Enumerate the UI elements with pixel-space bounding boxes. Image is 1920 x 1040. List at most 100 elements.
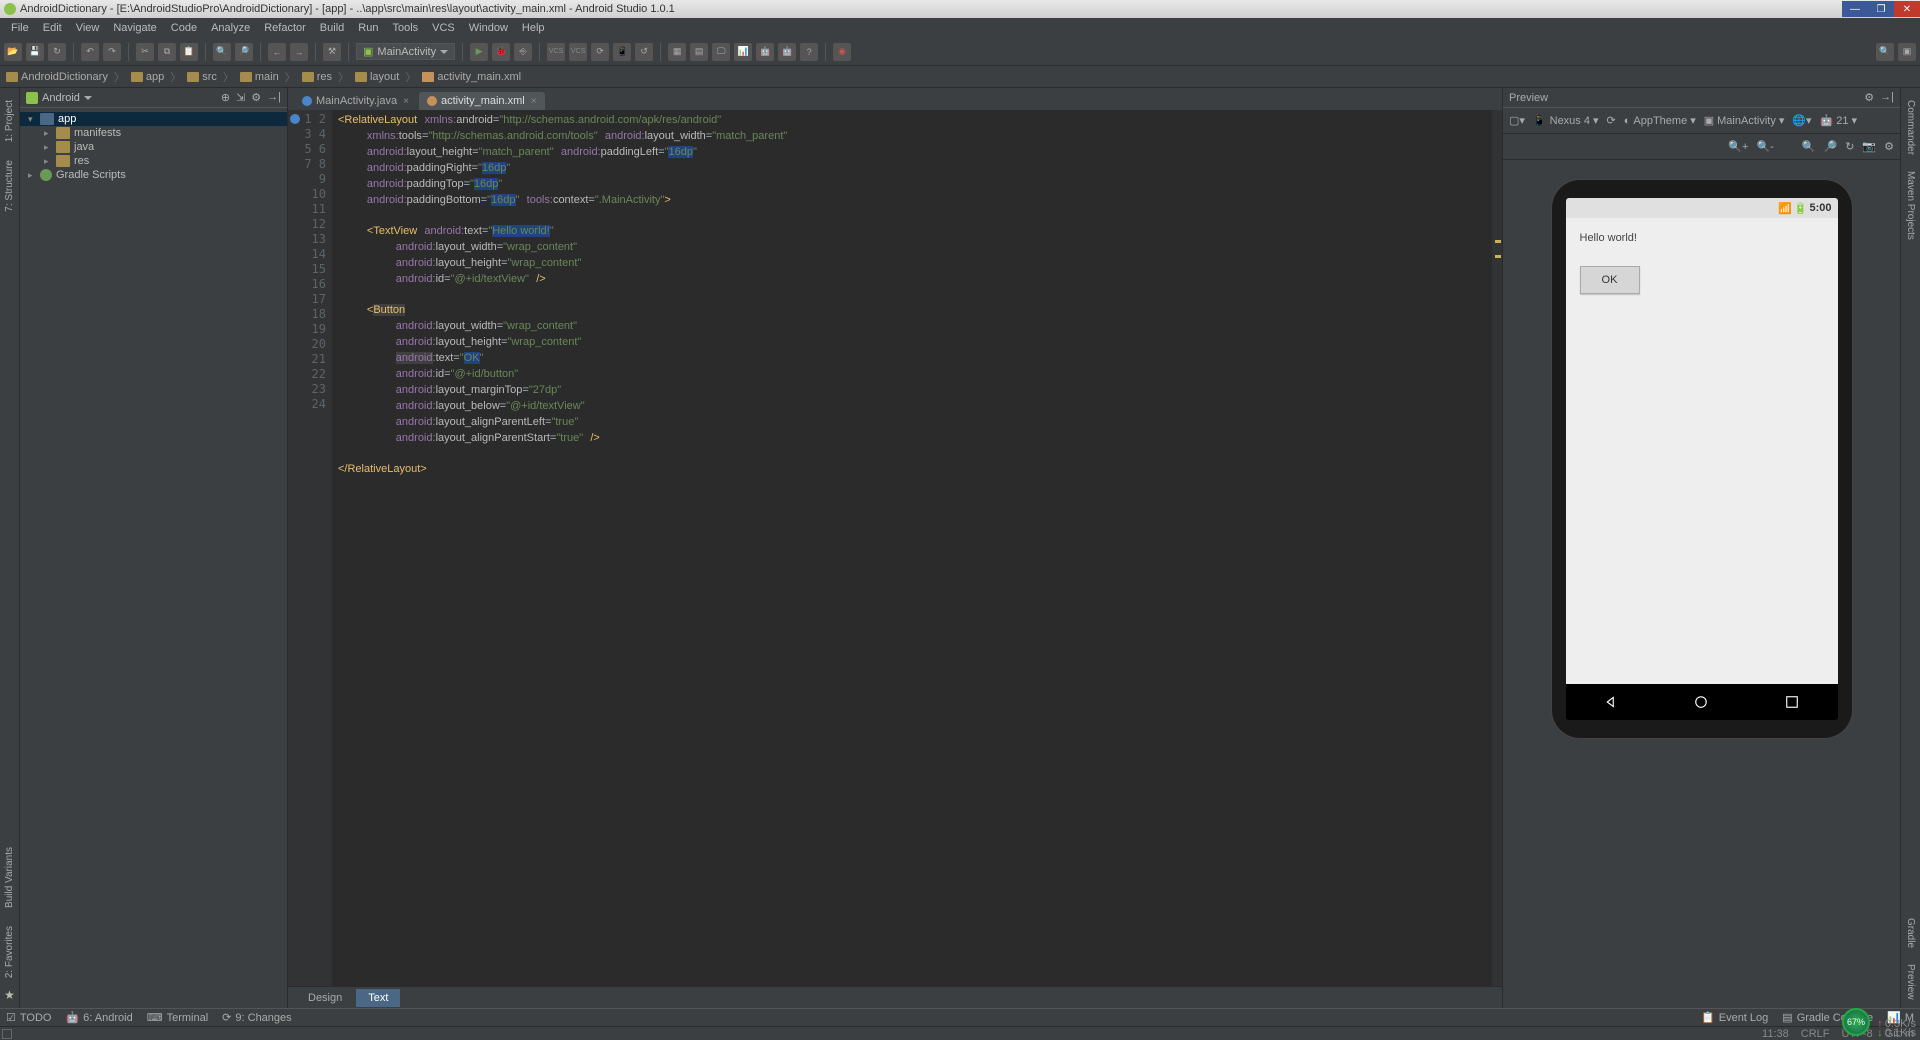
vcs-update-icon[interactable]: VCS <box>547 43 565 61</box>
attach-icon[interactable]: ⎆ <box>514 43 532 61</box>
hide-icon[interactable]: →| <box>1880 91 1894 104</box>
back-icon[interactable]: ← <box>268 43 286 61</box>
vcs-commit-icon[interactable]: VCS <box>569 43 587 61</box>
tool-build-variants-tab[interactable]: Build Variants <box>2 839 17 916</box>
text-tab[interactable]: Text <box>356 989 400 1007</box>
tab-activity-main-xml[interactable]: activity_main.xml× <box>419 92 545 110</box>
menu-vcs[interactable]: VCS <box>425 20 462 36</box>
toolwindow-toggle-icon[interactable] <box>2 1029 12 1039</box>
breadcrumb-item[interactable]: app <box>131 71 164 83</box>
cut-icon[interactable]: ✂ <box>136 43 154 61</box>
todo-tool[interactable]: ☑ TODO <box>6 1011 51 1024</box>
tree-node-manifests[interactable]: ▸manifests <box>20 126 287 140</box>
redo-icon[interactable]: ↷ <box>103 43 121 61</box>
sync-icon[interactable]: ⟳ <box>591 43 609 61</box>
tree-node-res[interactable]: ▸res <box>20 154 287 168</box>
android-icon[interactable]: 🤖 <box>756 43 774 61</box>
zoom-in-icon[interactable]: 🔍+ <box>1728 140 1748 153</box>
menu-help[interactable]: Help <box>515 20 552 36</box>
gear-icon[interactable]: ⚙ <box>1864 91 1874 104</box>
avd-icon[interactable]: 📱 <box>613 43 631 61</box>
menu-window[interactable]: Window <box>462 20 515 36</box>
menu-tools[interactable]: Tools <box>385 20 425 36</box>
structure-icon[interactable]: ▦ <box>668 43 686 61</box>
undo-icon[interactable]: ↶ <box>81 43 99 61</box>
make-icon[interactable]: ⚒ <box>323 43 341 61</box>
tool-maven-tab[interactable]: Maven Projects <box>1903 163 1918 248</box>
menu-run[interactable]: Run <box>351 20 385 36</box>
help-icon[interactable]: ? <box>800 43 818 61</box>
terminal-tool[interactable]: ⌨ Terminal <box>147 1011 208 1024</box>
zoom-actual-icon[interactable]: 🔎 <box>1824 140 1838 153</box>
menu-view[interactable]: View <box>69 20 107 36</box>
settings-icon[interactable]: ⚙ <box>1884 140 1894 153</box>
screenshot-icon[interactable]: 📷 <box>1862 140 1876 153</box>
tree-node-java[interactable]: ▸java <box>20 140 287 154</box>
close-icon[interactable]: × <box>531 96 537 107</box>
search-everywhere-icon[interactable]: 🔍 <box>1876 43 1894 61</box>
menu-edit[interactable]: Edit <box>36 20 69 36</box>
menu-file[interactable]: File <box>4 20 36 36</box>
code-editor[interactable]: <RelativeLayout xmlns:android="http://sc… <box>332 110 1492 986</box>
window-close-button[interactable]: ✕ <box>1894 1 1920 17</box>
changes-tool[interactable]: ⟳ 9: Changes <box>222 1011 291 1024</box>
theme-selector[interactable]: ◐AppTheme▾ <box>1624 114 1696 127</box>
back-nav-icon[interactable] <box>1602 693 1620 711</box>
config-select-icon[interactable]: ▢▾ <box>1509 114 1525 127</box>
breadcrumb-item[interactable]: layout <box>355 71 399 83</box>
breadcrumb-item[interactable]: main <box>240 71 279 83</box>
hide-icon[interactable]: →| <box>267 91 281 104</box>
forward-icon[interactable]: → <box>290 43 308 61</box>
collapse-icon[interactable]: ⇲ <box>236 91 245 104</box>
refresh-icon[interactable]: ↻ <box>48 43 66 61</box>
scroll-from-source-icon[interactable]: ⊕ <box>221 91 230 104</box>
breadcrumb-item[interactable]: src <box>187 71 217 83</box>
design-tab[interactable]: Design <box>296 989 354 1007</box>
cpu-badge[interactable]: 67% <box>1842 1008 1870 1036</box>
breadcrumb-item[interactable]: res <box>302 71 332 83</box>
run-icon[interactable]: ▶ <box>470 43 488 61</box>
tab-mainactivity[interactable]: MainActivity.java× <box>294 92 417 110</box>
window-minimize-button[interactable]: — <box>1842 1 1868 17</box>
tool-project-tab[interactable]: 1: Project <box>2 92 17 150</box>
error-stripe[interactable] <box>1492 110 1502 986</box>
window-maximize-button[interactable]: ❐ <box>1868 1 1894 17</box>
close-icon[interactable]: × <box>403 96 409 107</box>
tool-favorites-tab[interactable]: 2: Favorites <box>2 918 17 986</box>
save-icon[interactable]: 💾 <box>26 43 44 61</box>
debug-icon[interactable]: 🐞 <box>492 43 510 61</box>
info-mark-icon[interactable] <box>290 114 300 124</box>
refresh-preview-icon[interactable]: ↻ <box>1845 140 1854 153</box>
recent-nav-icon[interactable] <box>1783 693 1801 711</box>
menu-build[interactable]: Build <box>313 20 351 36</box>
zoom-out-icon[interactable]: 🔍- <box>1756 140 1773 153</box>
activity-selector[interactable]: ▣MainActivity▾ <box>1704 114 1785 127</box>
event-log-tool[interactable]: 📋 Event Log <box>1701 1011 1768 1024</box>
tree-node-gradle[interactable]: ▸Gradle Scripts <box>20 168 287 182</box>
tree-node-app[interactable]: ▾app <box>20 112 287 126</box>
android2-icon[interactable]: 🤖 <box>778 43 796 61</box>
zoom-fit-icon[interactable]: 🔍 <box>1802 140 1816 153</box>
menu-navigate[interactable]: Navigate <box>106 20 163 36</box>
stop-icon[interactable]: ↺ <box>635 43 653 61</box>
replace-icon[interactable]: 🔎 <box>235 43 253 61</box>
gear-icon[interactable]: ⚙ <box>251 91 261 104</box>
orientation-icon[interactable]: ⟳ <box>1607 114 1616 127</box>
ok-button[interactable]: OK <box>1580 266 1640 294</box>
api-selector[interactable]: 🤖21▾ <box>1820 114 1857 127</box>
device-selector[interactable]: 📱Nexus 4▾ <box>1533 114 1599 127</box>
menu-code[interactable]: Code <box>164 20 204 36</box>
sdk-icon[interactable]: ▤ <box>690 43 708 61</box>
status-line-sep[interactable]: CRLF <box>1801 1028 1830 1040</box>
ddms-icon[interactable]: 📊 <box>734 43 752 61</box>
menu-analyze[interactable]: Analyze <box>204 20 257 36</box>
android-tool[interactable]: 🤖 6: Android <box>65 1011 132 1024</box>
genymotion-icon[interactable]: ◉ <box>833 43 851 61</box>
tool-structure-tab[interactable]: 7: Structure <box>2 152 17 220</box>
paste-icon[interactable]: 📋 <box>180 43 198 61</box>
project-scope-selector[interactable]: Android <box>26 92 92 104</box>
menu-refactor[interactable]: Refactor <box>257 20 313 36</box>
breadcrumb-item[interactable]: activity_main.xml <box>422 71 521 83</box>
breadcrumb-item[interactable]: AndroidDictionary <box>6 71 108 83</box>
run-config-selector[interactable]: ▣ MainActivity <box>356 43 455 60</box>
